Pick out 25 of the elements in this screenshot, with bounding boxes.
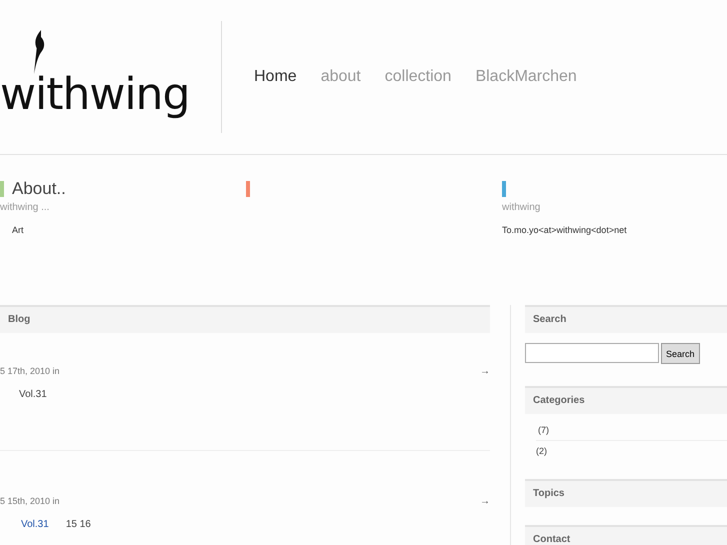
- feature-text: Art: [11, 225, 25, 235]
- feature-subtitle: withwing: [502, 202, 542, 213]
- category-item[interactable]: (7): [536, 420, 727, 441]
- categories-heading: Categories: [525, 386, 727, 414]
- contact-heading: Contact: [525, 525, 727, 545]
- logo-text: withwing: [0, 73, 190, 117]
- post-text: 15 16: [66, 519, 91, 530]
- feature-text: To.mo.yo<at>withwing<dot>net: [502, 225, 628, 235]
- topics-heading: Topics: [525, 479, 727, 507]
- arrow-link[interactable]: →: [480, 366, 490, 377]
- nav-link[interactable]: Home: [254, 68, 297, 86]
- swirl-icon: [31, 29, 47, 75]
- category-item[interactable]: (2): [536, 441, 727, 461]
- search-field[interactable]: [525, 343, 659, 363]
- feature-title: About..: [12, 179, 66, 199]
- feature-subtitle: withwing ...: [0, 202, 50, 213]
- site-logo[interactable]: withwing: [0, 21, 222, 133]
- post-date: 5 17th, 2010 in: [0, 366, 60, 377]
- blog-heading: Blog: [0, 305, 490, 333]
- post-date: 5 15th, 2010 in: [0, 496, 60, 507]
- search-button[interactable]: Search: [661, 343, 700, 364]
- post-link[interactable]: Vol.31: [19, 519, 49, 530]
- arrow-link[interactable]: →: [480, 496, 490, 507]
- search-heading: Search: [525, 305, 727, 333]
- post-title: Vol.31: [19, 389, 47, 400]
